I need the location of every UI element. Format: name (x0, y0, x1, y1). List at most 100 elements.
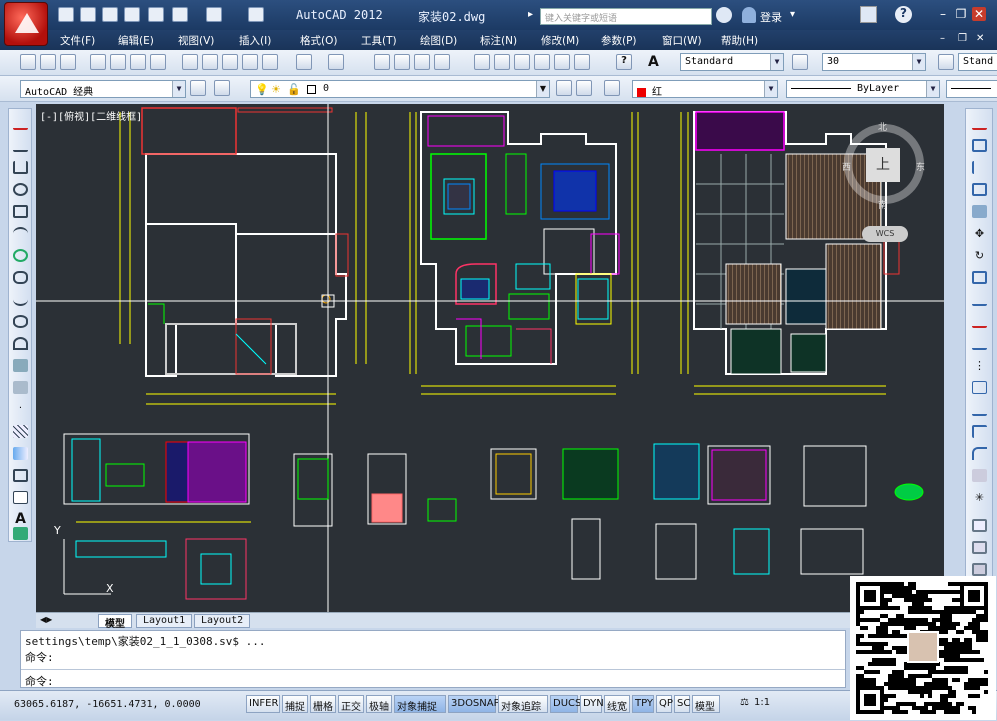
open-icon[interactable] (40, 54, 56, 70)
command-prompt[interactable]: 命令: (25, 673, 54, 689)
viewcube-south[interactable]: 南 (878, 198, 887, 211)
viewcube-east[interactable]: 东 (916, 160, 925, 173)
expand-arrow-icon[interactable]: ▸ (528, 9, 533, 20)
scale-icon[interactable] (972, 271, 987, 284)
redo-icon[interactable] (328, 54, 344, 70)
status-toggle-11[interactable]: TPY (632, 695, 654, 713)
drawing-canvas[interactable]: 上 北 南 西 东 WCS Y X (36, 104, 944, 614)
draworder-front-icon[interactable] (972, 519, 987, 532)
user-icon[interactable] (742, 7, 756, 23)
viewcube-north[interactable]: 北 (878, 120, 887, 133)
gradient-icon[interactable] (13, 447, 28, 460)
plot-icon[interactable] (90, 54, 106, 70)
workspace-select[interactable]: AutoCAD 经典 ▼ (20, 80, 186, 98)
menu-insert[interactable]: 插入(I) (239, 33, 271, 48)
erase-icon[interactable] (972, 117, 987, 130)
status-toggle-1[interactable]: 捕捉 (282, 695, 308, 713)
menu-tools[interactable]: 工具(T) (361, 33, 397, 48)
quickcalc-icon[interactable] (574, 54, 590, 70)
status-toggle-0[interactable]: INFER (246, 695, 280, 713)
help-icon[interactable]: ? (616, 54, 632, 70)
revcloud-icon[interactable] (13, 271, 28, 284)
annotation-scale-value[interactable]: 1:1 (754, 697, 770, 708)
menu-edit[interactable]: 编辑(E) (118, 33, 154, 48)
make-current-icon[interactable] (556, 80, 572, 96)
menu-file[interactable]: 文件(F) (60, 33, 95, 48)
cut-icon[interactable] (182, 54, 198, 70)
doc-restore-button[interactable]: ❐ (958, 33, 967, 44)
login-link[interactable]: 登录 (760, 9, 782, 25)
status-toggle-4[interactable]: 极轴 (366, 695, 392, 713)
status-toggle-12[interactable]: QP (656, 695, 673, 713)
text-style-select[interactable]: Standard ▼ (680, 53, 784, 71)
move-icon[interactable]: ✥ (972, 227, 987, 240)
minimize-button[interactable]: – (936, 7, 950, 21)
zoom-window-icon[interactable] (414, 54, 430, 70)
ellipse-icon[interactable] (13, 315, 28, 328)
spline-icon[interactable] (13, 293, 28, 306)
tab-layout2[interactable]: Layout2 (194, 614, 251, 628)
layer-select[interactable]: 💡 ☀ 🔓 0 ▼ (250, 80, 550, 98)
3d-print-icon[interactable] (150, 54, 166, 70)
chevron-down-icon[interactable]: ▼ (926, 81, 939, 97)
status-toggle-3[interactable]: 正交 (338, 695, 364, 713)
chamfer-icon[interactable] (972, 425, 987, 438)
zoom-previous-icon[interactable] (434, 54, 450, 70)
copy-icon[interactable] (202, 54, 218, 70)
open-file-icon[interactable] (80, 7, 96, 22)
menu-help[interactable]: 帮助(H) (721, 33, 758, 48)
copy-object-icon[interactable] (972, 139, 987, 152)
restore-button[interactable]: ❐ (954, 7, 968, 21)
qnew-icon[interactable] (20, 54, 36, 70)
dim-style-select[interactable]: 30 ▼ (822, 53, 926, 71)
arc-icon[interactable] (13, 227, 28, 240)
redo-icon[interactable] (206, 7, 222, 22)
break-at-point-icon[interactable] (972, 381, 987, 394)
save-as-icon[interactable] (124, 7, 140, 22)
polyline-icon[interactable] (13, 161, 28, 174)
layer-states-icon[interactable] (604, 80, 620, 96)
construction-line-icon[interactable] (13, 139, 28, 152)
application-menu-button[interactable] (4, 2, 48, 46)
status-toggle-10[interactable]: 线宽 (604, 695, 630, 713)
properties-icon[interactable] (474, 54, 490, 70)
offset-icon[interactable] (972, 183, 987, 196)
markup-icon[interactable] (554, 54, 570, 70)
undo-icon[interactable] (172, 7, 188, 22)
dropdown-icon[interactable] (248, 7, 264, 22)
layer-previous-icon[interactable] (576, 80, 592, 96)
table-style-icon[interactable] (938, 54, 954, 70)
status-toggle-8[interactable]: DUCS (550, 695, 581, 713)
annotation-scale-icon[interactable]: ⚖ (740, 697, 749, 708)
chevron-down-icon[interactable]: ▼ (536, 81, 549, 97)
save-icon[interactable] (102, 7, 118, 22)
viewport-controls[interactable]: [-][俯视][二维线框] (40, 108, 142, 123)
draworder-above-icon[interactable] (972, 563, 987, 576)
design-center-icon[interactable] (494, 54, 510, 70)
block-editor-icon[interactable] (262, 54, 278, 70)
menu-draw[interactable]: 绘图(D) (420, 33, 457, 48)
stretch-icon[interactable] (972, 293, 987, 306)
tool-palettes-icon[interactable] (514, 54, 530, 70)
workspace-settings-icon[interactable] (190, 80, 206, 96)
chevron-down-icon[interactable]: ▼ (770, 54, 783, 70)
chevron-down-icon[interactable]: ▼ (764, 81, 777, 97)
paste-icon[interactable] (222, 54, 238, 70)
status-toggle-9[interactable]: DYN (580, 695, 604, 713)
menu-window[interactable]: 窗口(W) (662, 33, 702, 48)
lineweight-select[interactable] (946, 80, 997, 98)
coordinate-readout[interactable]: 63065.6187, -16651.4731, 0.0000 (14, 699, 201, 710)
menu-dimension[interactable]: 标注(N) (480, 33, 517, 48)
exchange-icon[interactable] (860, 6, 877, 23)
status-toggle-13[interactable]: SC (674, 695, 690, 713)
fillet-icon[interactable] (972, 447, 987, 460)
point-icon[interactable]: · (13, 403, 28, 416)
close-button[interactable]: ✕ (972, 7, 986, 21)
binoculars-icon[interactable] (716, 7, 732, 23)
mtext-icon[interactable]: A (13, 511, 28, 527)
doc-minimize-button[interactable]: – (940, 33, 945, 44)
layer-properties-icon[interactable] (214, 80, 230, 96)
save-icon[interactable] (60, 54, 76, 70)
new-file-icon[interactable] (58, 7, 74, 22)
circle-icon[interactable] (13, 249, 28, 262)
